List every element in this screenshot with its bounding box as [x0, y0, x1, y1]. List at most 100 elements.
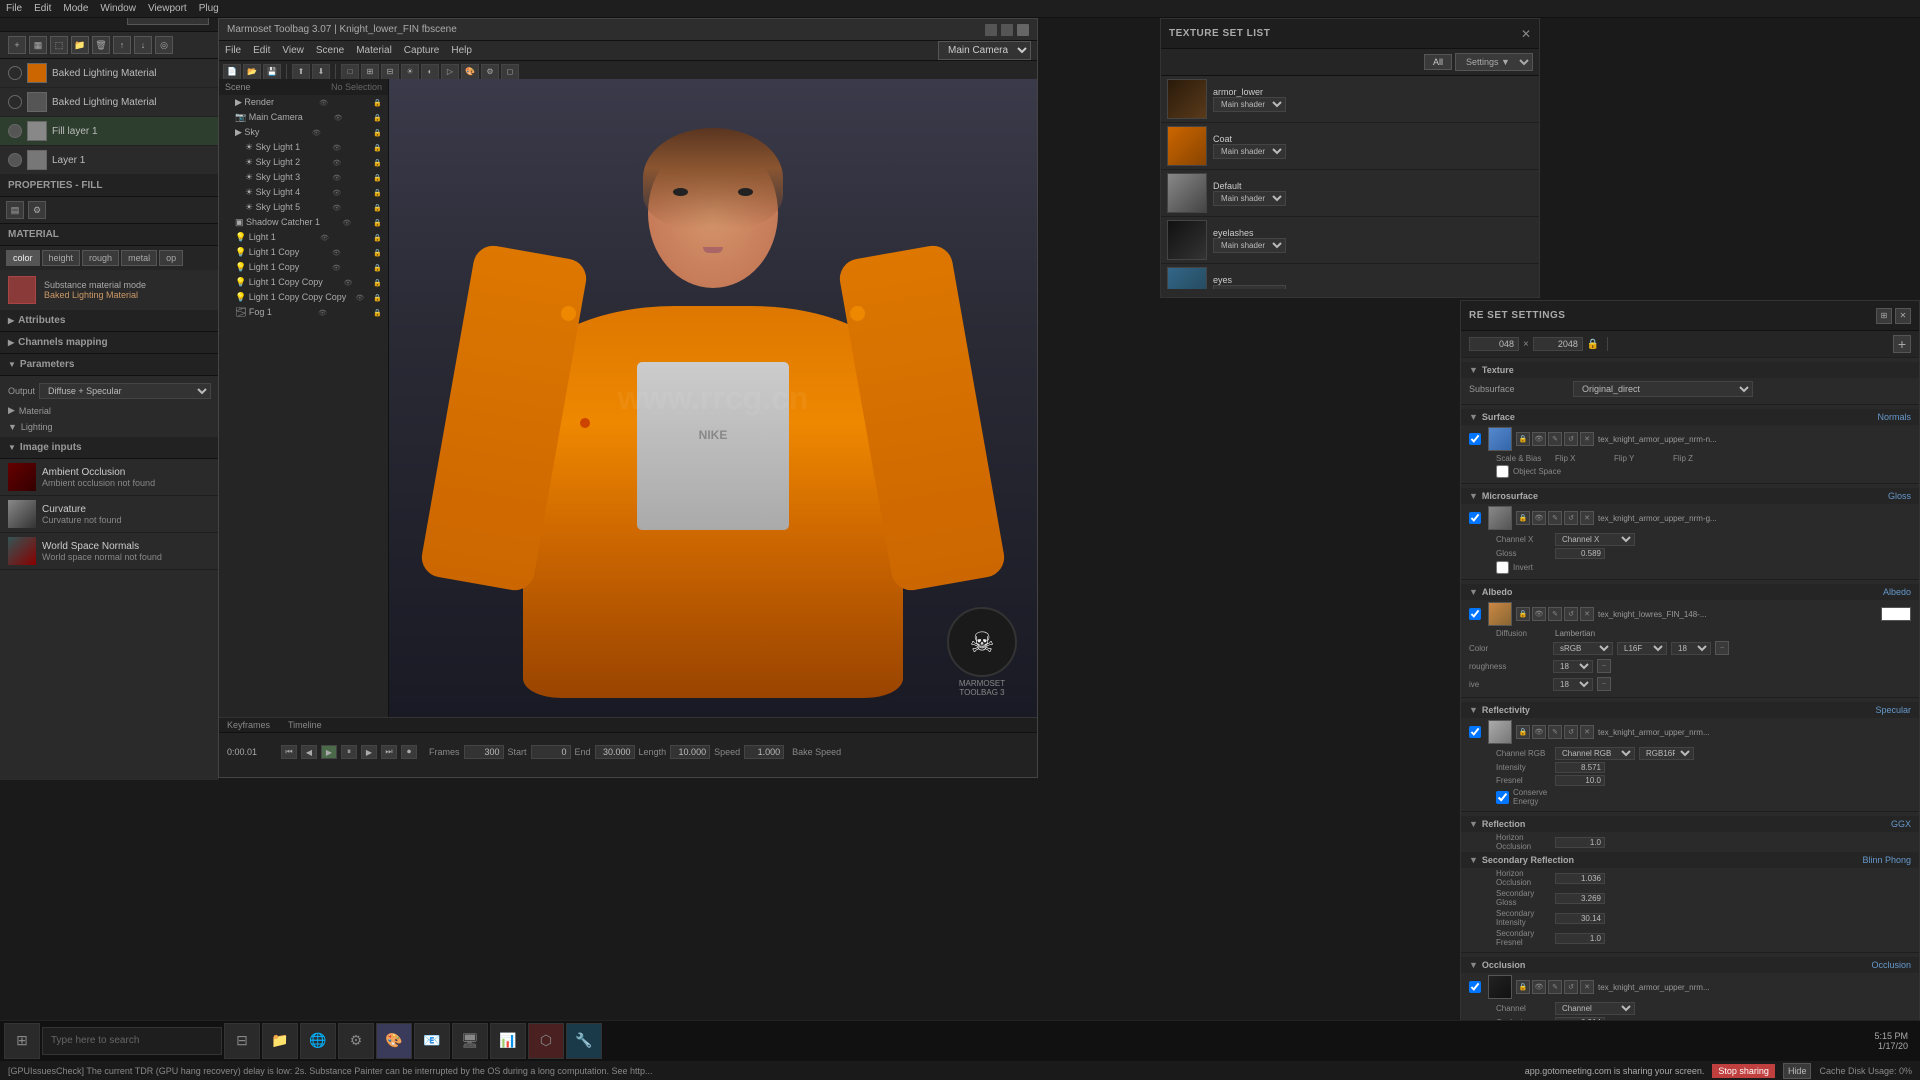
menu-viewport[interactable]: Viewport — [148, 3, 187, 14]
intensity-input[interactable] — [1555, 762, 1605, 773]
occlusion-checkbox[interactable] — [1469, 981, 1481, 993]
wsn-input[interactable]: World Space Normals World space normal n… — [0, 533, 219, 570]
normal-edit-icon[interactable]: ✎ — [1548, 432, 1562, 446]
tl-start[interactable]: ⏮ — [281, 745, 297, 759]
hide-btn[interactable]: Hide — [1783, 1063, 1812, 1079]
speed-input[interactable] — [744, 745, 784, 759]
tb-import[interactable]: ⬆ — [292, 64, 310, 80]
tsl-shader-default[interactable]: Main shader — [1213, 191, 1286, 206]
specular-lock-icon[interactable]: 🔒 — [1516, 725, 1530, 739]
gloss-input[interactable] — [1555, 548, 1605, 559]
move-up-btn[interactable]: ↑ — [113, 36, 131, 54]
normal-lock-icon[interactable]: 🔒 — [1516, 432, 1530, 446]
scene-light1copy2[interactable]: 💡 Light 1 Copy 👁🔒 — [219, 260, 388, 275]
gloss-lock-icon[interactable]: 🔒 — [1516, 511, 1530, 525]
tl-end[interactable]: ⏭ — [381, 745, 397, 759]
scene-light1copycopycopy[interactable]: 💡 Light 1 Copy Copy Copy 👁🔒 — [219, 290, 388, 305]
fresnel-input[interactable] — [1555, 775, 1605, 786]
tb-open[interactable]: 📂 — [243, 64, 261, 80]
surface-section-header[interactable]: ▼ Surface Normals — [1461, 409, 1919, 425]
tsl-item-default[interactable]: Default Main shader — [1161, 170, 1539, 217]
occ-view-icon[interactable]: 👁 — [1532, 980, 1546, 994]
length-input[interactable] — [670, 745, 710, 759]
scene-light1copy[interactable]: 💡 Light 1 Copy 👁🔒 — [219, 245, 388, 260]
scene-render[interactable]: ▶ Render 👁🔒 — [219, 95, 388, 110]
tsl-item-eyelashes[interactable]: eyelashes Main shader — [1161, 217, 1539, 264]
l16f-dropdown[interactable]: L16F — [1617, 642, 1667, 655]
marmoset-maximize-btn[interactable] — [1001, 24, 1013, 36]
layer-vis-1[interactable] — [8, 95, 22, 109]
layer-vis-3[interactable] — [8, 153, 22, 167]
menu-edit[interactable]: Edit — [34, 3, 51, 14]
tsl-shader-eyes[interactable]: Main shader — [1213, 285, 1286, 290]
move-down-btn[interactable]: ↓ — [134, 36, 152, 54]
scene-sky4[interactable]: ☀ Sky Light 4 👁🔒 — [219, 185, 388, 200]
group-btn[interactable]: 📁 — [71, 36, 89, 54]
albedo-checkbox[interactable] — [1469, 608, 1481, 620]
tb-ortho[interactable]: ⊞ — [361, 64, 379, 80]
menu-mode[interactable]: Mode — [63, 3, 88, 14]
i8-dropdown-2[interactable]: 18 — [1553, 660, 1593, 673]
channels-header[interactable]: ▶ Channels mapping — [0, 332, 219, 354]
paint-btn[interactable]: 🎨 — [376, 1023, 412, 1059]
scene-light1[interactable]: 💡 Light 1 👁🔒 — [219, 230, 388, 245]
menu-file[interactable]: File — [6, 3, 22, 14]
del-layer-btn[interactable]: 🗑 — [92, 36, 110, 54]
add-layer-btn[interactable]: + — [8, 36, 26, 54]
gloss-edit-icon[interactable]: ✎ — [1548, 511, 1562, 525]
explorer-btn[interactable]: 📁 — [262, 1023, 298, 1059]
specular-del-icon[interactable]: ✕ — [1580, 725, 1594, 739]
prop-view-btn[interactable]: ▤ — [6, 201, 24, 219]
i8-dropdown-3[interactable]: 18 — [1553, 678, 1593, 691]
curvature-input[interactable]: Curvature Curvature not found — [0, 496, 219, 533]
scene-sky[interactable]: ▶ Sky 👁🔒 — [219, 125, 388, 140]
stop-sharing-btn[interactable]: Stop sharing — [1712, 1064, 1775, 1078]
normal-del-icon[interactable]: ✕ — [1580, 432, 1594, 446]
substance-taskbar-btn[interactable]: ⬡ — [528, 1023, 564, 1059]
prop-settings-btn[interactable]: ⚙ — [28, 201, 46, 219]
tl-pause[interactable]: ⏸ — [341, 745, 357, 759]
chart-btn[interactable]: 📊 — [490, 1023, 526, 1059]
viewport-area[interactable]: NIKE — [389, 79, 1037, 717]
scene-light1copycopy[interactable]: 💡 Light 1 Copy Copy 👁🔒 — [219, 275, 388, 290]
tb-render[interactable]: ▷ — [441, 64, 459, 80]
i8-dropdown-1[interactable]: 18 — [1671, 642, 1711, 655]
output-dropdown[interactable]: Diffuse + Specular — [39, 383, 211, 399]
tb-bg[interactable]: ◻ — [501, 64, 519, 80]
object-space-checkbox[interactable] — [1496, 465, 1509, 478]
tab-metal[interactable]: metal — [121, 250, 157, 266]
occ-refresh-icon[interactable]: ↺ — [1564, 980, 1578, 994]
scene-shadow-catcher[interactable]: ▣ Shadow Catcher 1 👁🔒 — [219, 215, 388, 230]
tb-save[interactable]: 💾 — [263, 64, 281, 80]
secondary-reflection-header[interactable]: ▼ Secondary Reflection Blinn Phong — [1461, 852, 1919, 868]
search-bar[interactable]: Type here to search — [42, 1027, 222, 1055]
subsurface-dropdown[interactable]: Original_direct — [1573, 381, 1753, 397]
ao-input[interactable]: Ambient Occlusion Ambient occlusion not … — [0, 459, 219, 496]
layer-vis-0[interactable] — [8, 66, 22, 80]
occ-lock-icon[interactable]: 🔒 — [1516, 980, 1530, 994]
menu-plug[interactable]: Plug — [199, 3, 219, 14]
tsl-item-armor-lower[interactable]: armor_lower Main shader — [1161, 76, 1539, 123]
m-capture[interactable]: Capture — [404, 45, 440, 56]
invert-checkbox[interactable] — [1496, 561, 1509, 574]
tsl-item-eyes[interactable]: eyes Main shader — [1161, 264, 1539, 289]
texture-section-header[interactable]: ▼ Texture — [1461, 362, 1919, 378]
occ-edit-icon[interactable]: ✎ — [1548, 980, 1562, 994]
rss-close-btn[interactable]: ✕ — [1895, 308, 1911, 324]
layer-item-2[interactable]: Fill layer 1 — [0, 117, 219, 146]
microsurface-header[interactable]: ▼ Microsurface Gloss — [1461, 488, 1919, 504]
tab-op[interactable]: op — [159, 250, 183, 266]
rough-minus-icon[interactable]: − — [1597, 659, 1611, 673]
normal-map-checkbox[interactable] — [1469, 433, 1481, 445]
conserve-energy-checkbox[interactable] — [1496, 791, 1509, 804]
image-inputs-header[interactable]: ▼ Image inputs — [0, 437, 219, 459]
tsl-all-btn[interactable]: All — [1424, 54, 1452, 70]
add-mask-btn[interactable]: ⬚ — [50, 36, 68, 54]
albedo-header[interactable]: ▼ Albedo Albedo — [1461, 584, 1919, 600]
specular-view-icon[interactable]: 👁 — [1532, 725, 1546, 739]
m-file[interactable]: File — [225, 45, 241, 56]
mail-btn[interactable]: 📧 — [414, 1023, 450, 1059]
horizon-occ-input[interactable] — [1555, 837, 1605, 848]
tb-color[interactable]: 🎨 — [461, 64, 479, 80]
tb-light[interactable]: ☀ — [401, 64, 419, 80]
